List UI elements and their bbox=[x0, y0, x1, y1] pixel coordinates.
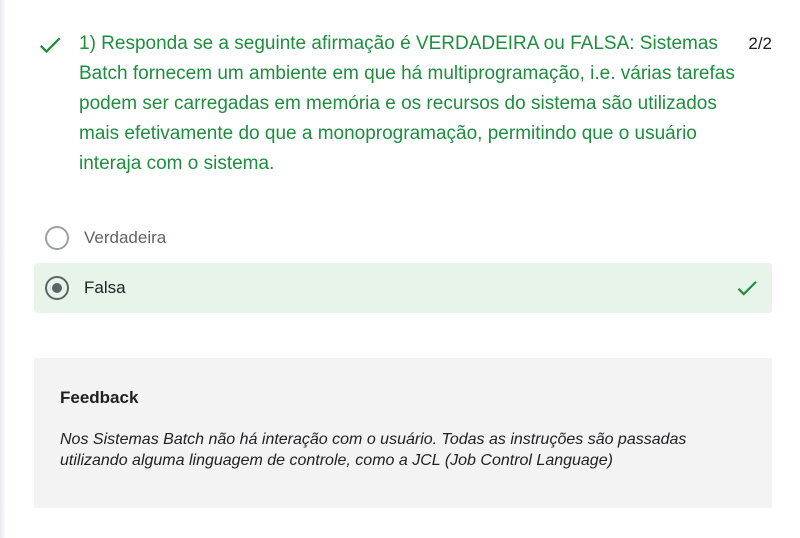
option-falsa[interactable]: Falsa bbox=[34, 263, 772, 313]
question-text: 1) Responda se a seguinte afirmação é VE… bbox=[79, 33, 735, 174]
question-score: 2/2 bbox=[748, 34, 772, 53]
option-label: Verdadeira bbox=[84, 228, 167, 247]
option-verdadeira[interactable]: Verdadeira bbox=[34, 213, 772, 263]
feedback-text: Nos Sistemas Batch não há interação com … bbox=[60, 431, 687, 469]
card-left-edge bbox=[0, 0, 6, 538]
check-icon bbox=[39, 37, 61, 54]
feedback-box: Feedback Nos Sistemas Batch não há inter… bbox=[34, 358, 772, 508]
radio-selected-icon[interactable] bbox=[45, 276, 69, 300]
option-label: Falsa bbox=[84, 278, 126, 297]
radio-dot bbox=[52, 283, 62, 293]
question-card: 1) Responda se a seguinte afirmação é VE… bbox=[0, 0, 800, 538]
feedback-title: Feedback bbox=[60, 388, 139, 407]
correct-answer-check-icon bbox=[737, 281, 757, 296]
radio-unselected-icon[interactable] bbox=[45, 226, 69, 250]
